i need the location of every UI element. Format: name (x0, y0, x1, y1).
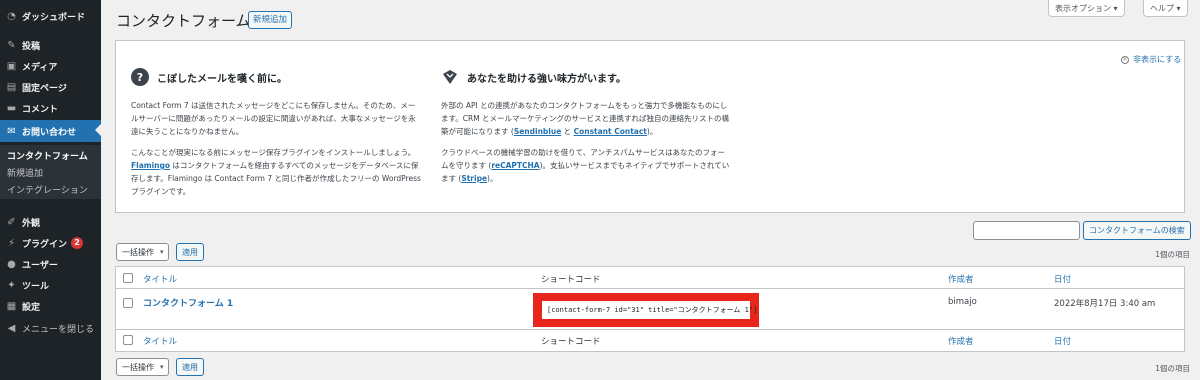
menu-item-dashboard[interactable]: ◔ ダッシュボード (0, 6, 101, 26)
author-cell: bimajo (948, 297, 977, 307)
update-count-badge: 2 (71, 237, 84, 249)
item-count-bottom: 1個の項目 (1155, 364, 1190, 373)
menu-item-plugins[interactable]: ⚡ プラグイン 2 (0, 233, 101, 253)
chevron-down-icon: ▾ (160, 363, 164, 371)
apply-button-top[interactable]: 適用 (176, 243, 204, 261)
bulk-action-label: 一括操作 (122, 247, 154, 257)
date-cell: 2022年8月17日 3:40 am (1054, 299, 1156, 309)
menu-item-posts[interactable]: ✎ 投稿 (0, 35, 101, 55)
comment-icon: ▬ (6, 102, 17, 114)
select-all-checkbox[interactable] (123, 273, 133, 283)
row-checkbox[interactable] (123, 298, 133, 308)
bulk-action-select-top[interactable]: 一括操作 ▾ (116, 243, 169, 261)
column-text: クラウドベースの機械学習の助けを借りて、アンチスパムサービスはあなたのフォームを… (441, 148, 730, 183)
bulk-action-label: 一括操作 (122, 362, 154, 372)
dismiss-link[interactable]: × 非表示にする (1121, 54, 1181, 65)
search-button[interactable]: コンタクトフォームの検索 (1083, 221, 1191, 240)
submenu-integration[interactable]: インテグレーション (7, 183, 88, 196)
menu-label: 外観 (22, 218, 41, 229)
forms-table: タイトル ショートコード 作成者 日付 コンタクトフォーム 1 [contact… (115, 266, 1185, 352)
column-heading: あなたを助ける強い味方がいます。 (467, 73, 626, 85)
menu-item-contact[interactable]: ✉ お問い合わせ (0, 120, 101, 142)
screen-options-tab[interactable]: 表示オプション ▾ (1048, 0, 1125, 17)
item-count-top: 1個の項目 (1155, 250, 1190, 259)
brush-icon: ✐ (7, 216, 16, 228)
form-title-link[interactable]: コンタクトフォーム 1 (143, 296, 233, 309)
contact-submenu: コンタクトフォーム 新規追加 インテグレーション (0, 145, 101, 199)
column-text: こんなことが現実になる前にメッセージ保存プラグインをインストールしましょう。Fl… (131, 148, 421, 196)
search-input[interactable] (973, 221, 1080, 240)
submenu-add-new[interactable]: 新規追加 (7, 166, 43, 179)
welcome-column-integrations: あなたを助ける強い味方がいます。 外部の API との連携があなたのコンタクトフ… (441, 67, 731, 185)
dismiss-label: 非表示にする (1133, 55, 1182, 64)
media-icon: ▣ (6, 60, 17, 72)
column-author-footer[interactable]: 作成者 (948, 335, 974, 347)
settings-icon: ▦ (6, 300, 17, 312)
table-row: コンタクトフォーム 1 [contact-form-7 id="31" titl… (116, 289, 1184, 331)
select-all-checkbox-footer[interactable] (123, 335, 133, 345)
menu-item-comments[interactable]: ▬ コメント (0, 98, 101, 118)
collapse-menu-button[interactable]: ◀ メニューを閉じる (0, 318, 101, 338)
collapse-icon: ◀ (7, 322, 16, 334)
menu-label: メディア (22, 62, 58, 73)
add-new-button[interactable]: 新規追加 (248, 11, 293, 29)
column-date-footer[interactable]: 日付 (1054, 335, 1071, 347)
sendinblue-link[interactable]: Sendinblue (514, 127, 561, 136)
user-icon: ● (7, 258, 16, 270)
close-icon: × (1121, 55, 1129, 64)
menu-item-appearance[interactable]: ✐ 外観 (0, 212, 101, 232)
welcome-panel: × 非表示にする ? こぼしたメールを嘆く前に。 Contact Form 7 … (115, 40, 1185, 213)
apply-button-bottom[interactable]: 適用 (176, 358, 204, 376)
menu-label: 固定ページ (22, 83, 67, 94)
column-text: Contact Form 7 は送信されたメッセージをどこにも保存しません。その… (131, 101, 416, 136)
page-icon: ▤ (6, 81, 17, 93)
menu-item-settings[interactable]: ▦ 設定 (0, 296, 101, 316)
mail-icon: ✉ (7, 125, 16, 137)
column-heading: こぼしたメールを嘆く前に。 (157, 73, 287, 85)
shortcode-field[interactable]: [contact-form-7 id="31" title="コンタクトフォーム… (542, 301, 757, 319)
menu-label: 投稿 (22, 41, 41, 52)
dashboard-icon: ◔ (7, 10, 16, 22)
menu-label: お問い合わせ (22, 127, 77, 138)
pin-icon: ✎ (7, 39, 16, 51)
menu-item-media[interactable]: ▣ メディア (0, 56, 101, 76)
chevron-down-icon: ▾ (160, 248, 164, 256)
column-title-footer[interactable]: タイトル (143, 335, 177, 347)
admin-sidebar: ◔ ダッシュボード ✎ 投稿 ▣ メディア ▤ 固定ページ ▬ コメント ✉ お… (0, 0, 101, 380)
shield-icon (441, 68, 459, 86)
menu-label: メニューを閉じる (22, 324, 95, 335)
menu-label: ダッシュボード (22, 12, 86, 23)
menu-label: コメント (22, 104, 59, 115)
constant-contact-link[interactable]: Constant Contact (574, 127, 647, 136)
welcome-column-storage: ? こぼしたメールを嘆く前に。 Contact Form 7 は送信されたメッセ… (131, 67, 421, 198)
menu-label: 設定 (22, 302, 41, 313)
flamingo-link[interactable]: Flamingo (131, 161, 170, 170)
column-title-header[interactable]: タイトル (143, 273, 177, 285)
table-footer-row: タイトル ショートコード 作成者 日付 (116, 329, 1184, 351)
wrench-icon: ✦ (7, 279, 16, 291)
shortcode-highlight: [contact-form-7 id="31" title="コンタクトフォーム… (533, 293, 759, 327)
menu-label: プラグイン (22, 239, 68, 250)
question-icon: ? (131, 68, 149, 86)
table-header-row: タイトル ショートコード 作成者 日付 (116, 267, 1184, 289)
page-title: コンタクトフォーム (116, 12, 251, 30)
menu-item-tools[interactable]: ✦ ツール (0, 275, 101, 295)
column-author-header[interactable]: 作成者 (948, 273, 974, 285)
submenu-contact-forms[interactable]: コンタクトフォーム (7, 149, 88, 162)
column-date-header[interactable]: 日付 (1054, 273, 1071, 285)
current-menu-arrow (95, 124, 101, 136)
menu-label: ユーザー (22, 260, 58, 271)
menu-label: ツール (22, 281, 50, 292)
stripe-link[interactable]: Stripe (461, 174, 487, 183)
menu-item-pages[interactable]: ▤ 固定ページ (0, 77, 101, 97)
bulk-action-select-bottom[interactable]: 一括操作 ▾ (116, 358, 169, 376)
column-shortcode-header: ショートコード (541, 275, 601, 285)
recaptcha-link[interactable]: reCAPTCHA (491, 161, 539, 170)
plugin-icon: ⚡ (7, 237, 16, 249)
menu-item-users[interactable]: ● ユーザー (0, 254, 101, 274)
column-shortcode-footer: ショートコード (541, 337, 601, 347)
column-text: 外部の API との連携があなたのコンタクトフォームをもっと強力で多機能なものに… (441, 101, 729, 136)
help-tab[interactable]: ヘルプ ▾ (1143, 0, 1188, 17)
